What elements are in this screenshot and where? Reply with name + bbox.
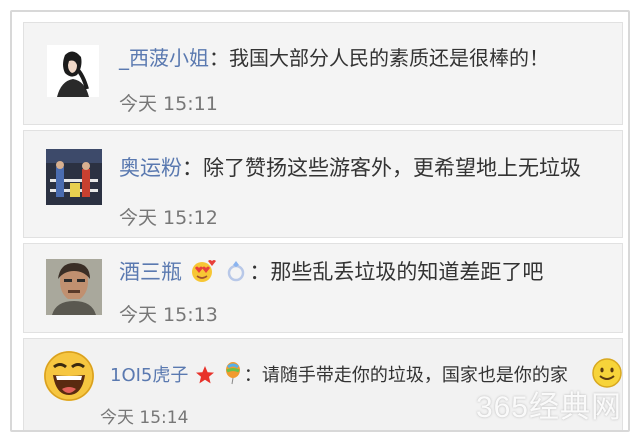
separator: ： xyxy=(243,365,262,386)
comment-line: 奥运粉：除了赞扬这些游客外，更希望地上无垃圾 xyxy=(119,155,581,181)
username-link[interactable]: 奥运粉 xyxy=(119,156,182,180)
comment-line: 酒三瓶 ：那些乱丢垃圾的知道差距了吧 xyxy=(119,259,543,289)
avatar[interactable] xyxy=(46,259,102,315)
comment-text: 我国大部分人民的素质还是很棒的！ xyxy=(229,46,549,70)
comment-panel: _西菠小姐：我国大部分人民的素质还是很棒的！ 今天 15:11 奥运粉：除了赞扬… xyxy=(10,10,630,432)
watermark: 365经典网 xyxy=(475,391,622,424)
heart-eyes-emoji-icon xyxy=(190,259,216,289)
balloon-icon xyxy=(223,361,243,393)
separator: ： xyxy=(209,46,229,70)
username-link[interactable]: 酒三瓶 xyxy=(119,260,182,284)
avatar[interactable] xyxy=(47,45,99,97)
comment-item: 奥运粉：除了赞扬这些游客外，更希望地上无垃圾 今天 15:12 xyxy=(23,130,623,238)
separator: ： xyxy=(249,260,271,284)
separator: ： xyxy=(182,156,203,180)
timestamp: 今天 15:11 xyxy=(119,93,218,115)
ring-icon xyxy=(224,259,248,289)
red-star-icon xyxy=(195,365,215,393)
avatar[interactable] xyxy=(44,351,94,401)
timestamp: 今天 15:12 xyxy=(119,207,218,229)
comment-text: 除了赞扬这些游客外，更希望地上无垃圾 xyxy=(203,156,581,180)
username-link[interactable]: _西菠小姐 xyxy=(119,46,209,70)
comment-item: _西菠小姐：我国大部分人民的素质还是很棒的！ 今天 15:11 xyxy=(23,22,623,125)
username-link[interactable]: 1OI5虎子 xyxy=(110,365,188,386)
timestamp: 今天 15:14 xyxy=(100,408,189,428)
avatar[interactable] xyxy=(46,149,102,205)
comment-text: 那些乱丢垃圾的知道差距了吧 xyxy=(270,260,544,284)
timestamp: 今天 15:13 xyxy=(119,304,218,326)
comment-item: 酒三瓶 ：那些乱丢垃圾的知道差距了吧 今天 15:13 xyxy=(23,243,623,333)
comment-line: _西菠小姐：我国大部分人民的素质还是很棒的！ xyxy=(119,45,549,71)
